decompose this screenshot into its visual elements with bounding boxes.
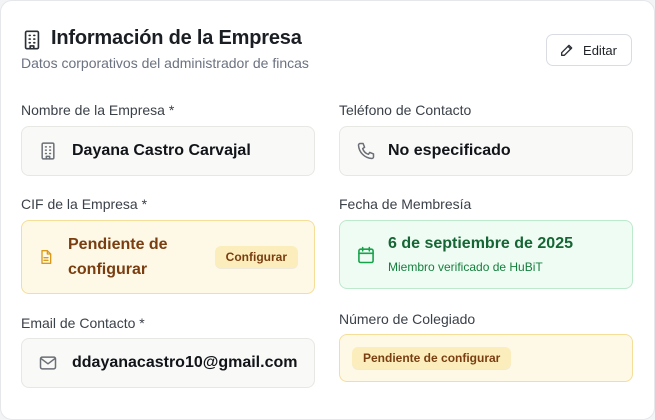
membership-info: 6 de septiembre de 2025 Miembro verifica… bbox=[388, 235, 573, 274]
cif-status: Pendiente de configurar bbox=[68, 236, 168, 278]
membership-label: Fecha de Membresía bbox=[339, 196, 472, 212]
company-name-label: Nombre de la Empresa * bbox=[21, 102, 175, 118]
phone-field[interactable]: No especificado bbox=[339, 126, 633, 176]
registration-number-status: Pendiente de configurar bbox=[352, 347, 512, 369]
edit-button-label: Editar bbox=[583, 42, 617, 58]
document-icon bbox=[38, 249, 54, 265]
page-subtitle: Datos corporativos del administrador de … bbox=[21, 55, 309, 71]
configure-cif-button[interactable]: Configurar bbox=[214, 246, 298, 268]
page-title: Información de la Empresa bbox=[51, 27, 302, 49]
title-row: Información de la Empresa bbox=[21, 27, 632, 50]
calendar-icon bbox=[356, 245, 376, 265]
email-value: ddayanacastro10@gmail.com bbox=[72, 354, 298, 371]
phone-icon bbox=[356, 141, 376, 161]
company-name-value: Dayana Castro Carvajal bbox=[72, 142, 251, 159]
email-label: Email de Contacto * bbox=[21, 315, 145, 331]
phone-value: No especificado bbox=[388, 142, 511, 159]
pencil-icon bbox=[559, 42, 575, 58]
cif-field: Pendiente de configurar Configurar bbox=[21, 220, 315, 294]
membership-note: Miembro verificado de HuBiT bbox=[388, 260, 543, 274]
registration-number-field: Pendiente de configurar bbox=[339, 334, 633, 382]
cif-label: CIF de la Empresa * bbox=[21, 196, 148, 212]
email-field[interactable]: ddayanacastro10@gmail.com bbox=[21, 338, 315, 388]
company-name-field[interactable]: Dayana Castro Carvajal bbox=[21, 126, 315, 176]
edit-button[interactable]: Editar bbox=[546, 34, 632, 66]
mail-icon bbox=[38, 353, 58, 373]
membership-date: 6 de septiembre de 2025 bbox=[388, 235, 573, 252]
card-header: Información de la Empresa Datos corporat… bbox=[21, 27, 632, 75]
registration-number-label: Número de Colegiado bbox=[339, 311, 476, 327]
phone-label: Teléfono de Contacto bbox=[339, 102, 472, 118]
building-icon bbox=[21, 29, 41, 50]
company-info-card: Información de la Empresa Datos corporat… bbox=[0, 0, 655, 420]
building-icon bbox=[38, 141, 58, 161]
membership-field: 6 de septiembre de 2025 Miembro verifica… bbox=[339, 220, 633, 289]
